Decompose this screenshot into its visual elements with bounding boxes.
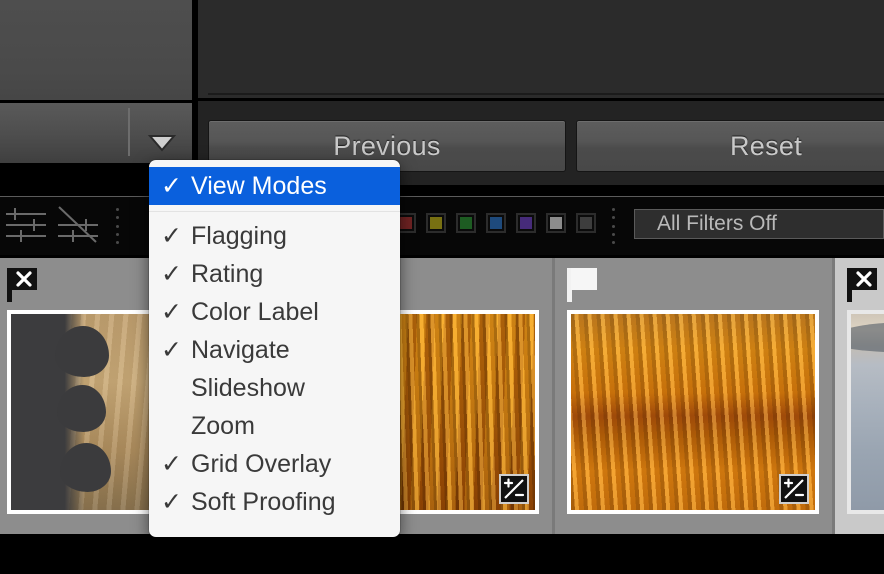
menu-item-label: Color Label [191, 297, 319, 326]
toolbar-divider [128, 108, 130, 156]
thumbnail-clouds-b-image[interactable] [567, 310, 819, 514]
menu-item-view-modes[interactable]: ✓ View Modes [149, 167, 400, 205]
sliders-icon[interactable] [4, 205, 48, 245]
reset-button[interactable]: Reset [576, 120, 884, 172]
top-right-panel [198, 0, 884, 98]
menu-item-label: Zoom [191, 411, 255, 440]
menu-item-label: Grid Overlay [191, 449, 332, 478]
menu-item-flagging[interactable]: ✓ Flagging [149, 217, 400, 255]
left-toolbar-band [0, 103, 195, 163]
none-label-swatch[interactable] [546, 213, 566, 233]
app-window: Previous Reset All Filters Off ✓ View Mo… [0, 0, 884, 574]
toolbar-dot-separator-2 [612, 208, 616, 244]
green-label-swatch-fill [460, 217, 472, 229]
view-modes-context-menu[interactable]: ✓ View Modes ✓ Flagging ✓ Rating ✓ Color Label ✓… [149, 160, 400, 537]
custom-label-swatch-fill [580, 217, 592, 229]
menu-item-grid-overlay[interactable]: ✓ Grid Overlay [149, 445, 400, 483]
checkmark-icon: ✓ [161, 221, 182, 250]
toolbar-dot-separator [116, 208, 120, 244]
none-label-swatch-fill [550, 217, 562, 229]
filmstrip [0, 258, 884, 534]
menu-item-label: Slideshow [191, 373, 305, 402]
purple-label-swatch[interactable] [516, 213, 536, 233]
menu-item-label: Navigate [191, 335, 290, 364]
top-left-panel [0, 0, 195, 100]
checkmark-icon: ✓ [161, 171, 182, 200]
green-label-swatch[interactable] [456, 213, 476, 233]
blue-label-swatch[interactable] [486, 213, 506, 233]
menu-item-rating[interactable]: ✓ Rating [149, 255, 400, 293]
menu-item-color-label[interactable]: ✓ Color Label [149, 293, 400, 331]
thumbnail-clouds-b[interactable] [555, 258, 835, 534]
menu-item-label: View Modes [191, 171, 327, 200]
thumbnail-foggy[interactable] [835, 258, 884, 534]
menu-item-label: Soft Proofing [191, 487, 336, 516]
reject-flag-icon[interactable] [847, 268, 877, 302]
chevron-down-icon[interactable] [147, 134, 177, 152]
checkmark-icon: ✓ [161, 297, 182, 326]
yellow-label-swatch-fill [430, 217, 442, 229]
photo-foggy-landscape [851, 314, 884, 510]
menu-item-navigate[interactable]: ✓ Navigate [149, 331, 400, 369]
adjusted-badge-icon [779, 474, 809, 504]
menu-item-zoom[interactable]: Zoom [149, 407, 400, 445]
filter-preset-select[interactable]: All Filters Off [634, 209, 884, 239]
checkmark-icon: ✓ [161, 449, 182, 478]
red-label-swatch-fill [400, 217, 412, 229]
color-label-swatches[interactable] [396, 213, 596, 233]
scrollbar-track[interactable] [0, 534, 884, 574]
checkmark-icon: ✓ [161, 487, 182, 516]
pick-flag-icon[interactable] [567, 268, 597, 302]
blue-label-swatch-fill [490, 217, 502, 229]
menu-item-label: Flagging [191, 221, 287, 250]
thumbnail-foggy-image[interactable] [847, 310, 884, 514]
top-right-panel-inner [208, 0, 884, 95]
menu-item-label: Rating [191, 259, 264, 288]
custom-label-swatch[interactable] [576, 213, 596, 233]
checkmark-icon: ✓ [161, 259, 182, 288]
sliders-disabled-icon[interactable] [56, 205, 100, 245]
reject-flag-icon[interactable] [7, 268, 37, 302]
menu-item-soft-proofing[interactable]: ✓ Soft Proofing [149, 483, 400, 521]
checkmark-icon: ✓ [161, 335, 182, 364]
adjusted-badge-icon [499, 474, 529, 504]
yellow-label-swatch[interactable] [426, 213, 446, 233]
menu-separator [149, 205, 400, 212]
menu-item-slideshow[interactable]: Slideshow [149, 369, 400, 407]
purple-label-swatch-fill [520, 217, 532, 229]
